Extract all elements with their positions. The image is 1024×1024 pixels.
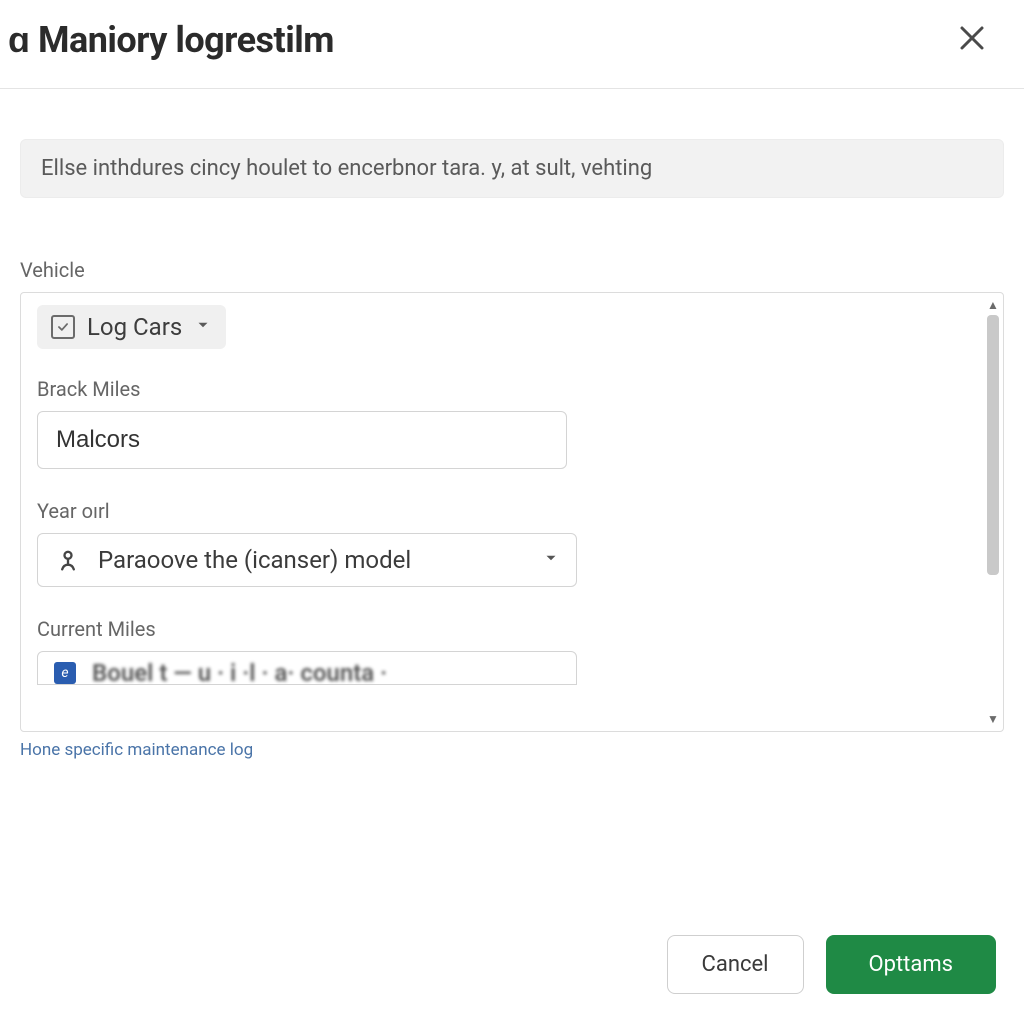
current-miles-label: Current Miles	[37, 617, 987, 641]
vehicle-chip[interactable]: Log Cars	[37, 305, 226, 349]
close-icon	[957, 23, 987, 57]
dialog-header: ɑ Maniory logrestilm	[0, 0, 1024, 89]
dialog-body: Ellse inthdures cincy houlet to encerbno…	[0, 89, 1024, 895]
form-scroll-area: Log Cars Brack Miles Year oırl	[20, 292, 1004, 732]
cancel-button[interactable]: Cancel	[667, 935, 804, 994]
current-miles-partial-text: Bouel t — u · i ·l · a· counta ·	[92, 659, 387, 685]
scrollbar[interactable]: ▲ ▼	[985, 297, 1001, 727]
scroll-down-arrow-icon: ▼	[985, 711, 1001, 727]
dialog-footer: Cancel Opttams	[0, 895, 1024, 1024]
dialog-title: ɑ Maniory logrestilm	[8, 19, 334, 61]
info-banner: Ellse inthdures cincy houlet to encerbno…	[20, 139, 1004, 198]
current-miles-input[interactable]: e Bouel t — u · i ·l · a· counta ·	[37, 651, 577, 685]
vehicle-chip-label: Log Cars	[87, 313, 182, 341]
helper-link[interactable]: Hone specific maintenance log	[20, 740, 1004, 760]
brack-miles-input[interactable]	[37, 411, 567, 469]
year-label: Year oırl	[37, 499, 987, 523]
chevron-down-icon	[194, 316, 212, 338]
form-scroll-inner: Log Cars Brack Miles Year oırl	[37, 305, 987, 731]
year-select[interactable]: Paraoove the (icanser) model	[37, 533, 577, 587]
scrollbar-thumb[interactable]	[987, 315, 999, 575]
chevron-down-icon	[542, 549, 560, 571]
app-badge-icon: e	[54, 662, 76, 684]
checkbox-icon	[51, 315, 75, 339]
brack-miles-label: Brack Miles	[37, 377, 987, 401]
dialog: ɑ Maniory logrestilm Ellse inthdures cin…	[0, 0, 1024, 1024]
map-pin-icon	[54, 546, 82, 574]
scroll-up-arrow-icon: ▲	[985, 297, 1001, 313]
vehicle-label: Vehicle	[20, 258, 1004, 282]
primary-button[interactable]: Opttams	[826, 935, 997, 994]
year-select-label: Paraoove the (icanser) model	[98, 546, 526, 574]
close-button[interactable]	[948, 16, 996, 64]
